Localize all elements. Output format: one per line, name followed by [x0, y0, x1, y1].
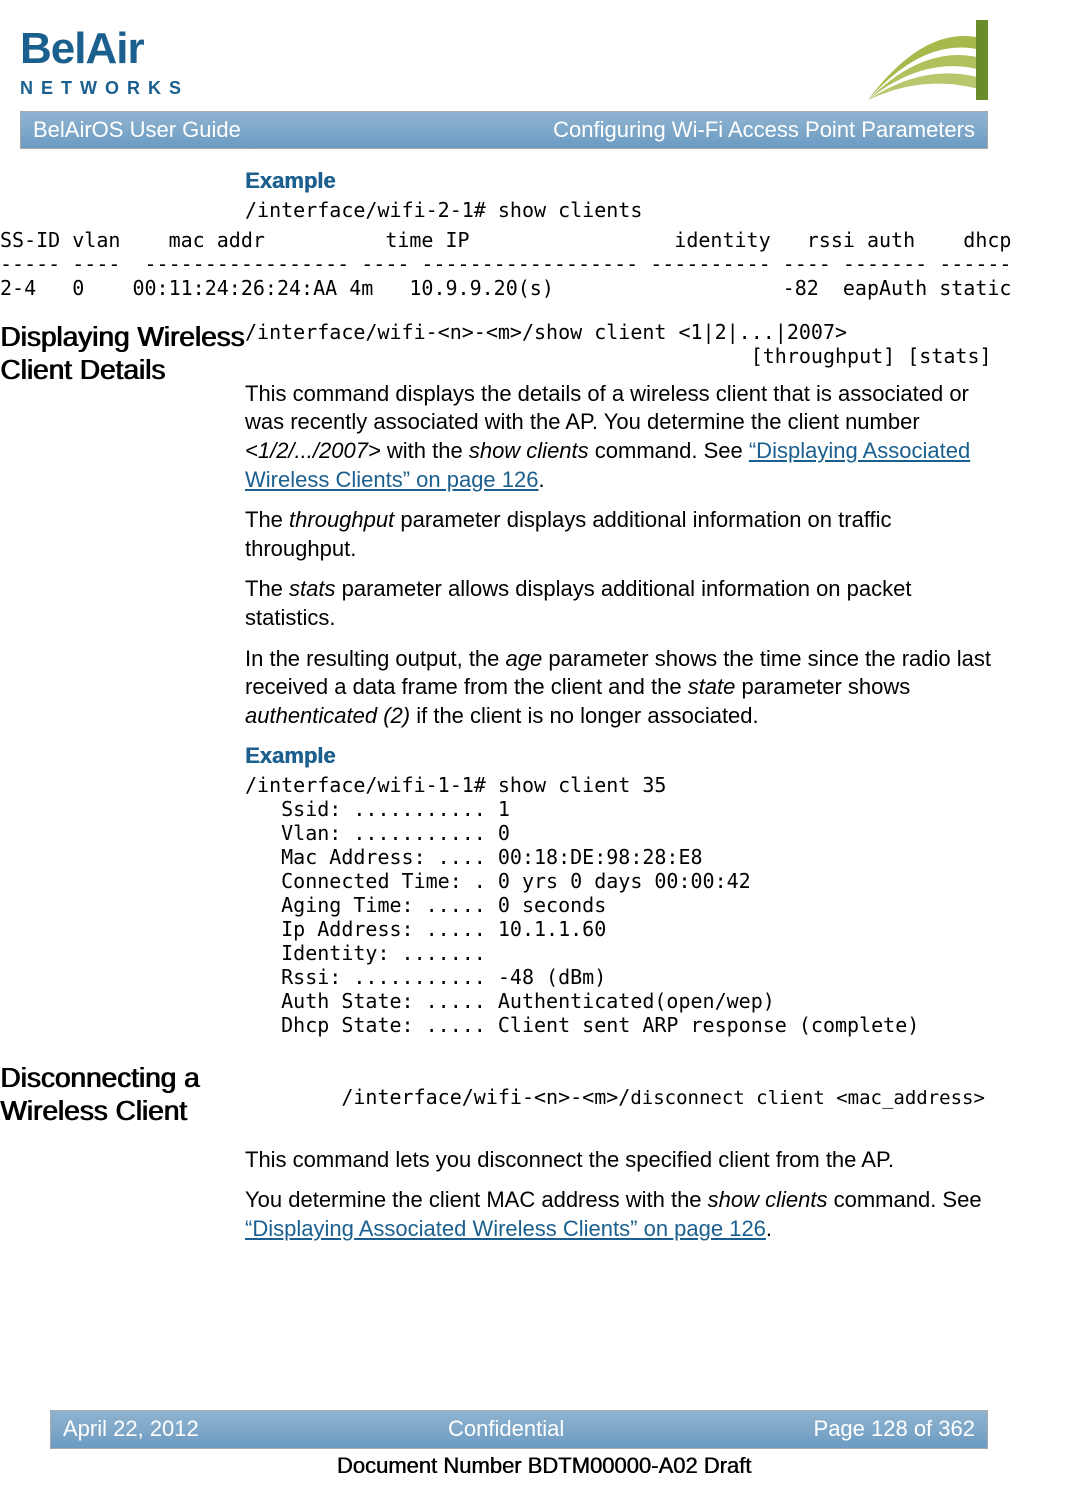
disconnect-syntax: /interface/wifi-<n>-<m>/disconnect clien… — [245, 1061, 988, 1134]
document-number: Document Number BDTM00000-A02 Draft — [0, 1452, 1088, 1481]
p3-term: stats — [289, 576, 335, 601]
section-display: Displaying Wireless Client Details /inte… — [0, 320, 988, 1055]
link-displaying-clients-2[interactable]: “Displaying Associated Wireless Clients”… — [245, 1216, 766, 1241]
swoosh-icon — [868, 20, 988, 100]
p3b: parameter allows displays additional inf… — [245, 576, 911, 630]
footer-date: April 22, 2012 — [63, 1415, 199, 1444]
disconnect-p2: You determine the client MAC address wit… — [245, 1186, 988, 1243]
header-row: BelAir NETWORKS — [0, 0, 1088, 111]
footer-page: Page 128 of 362 — [814, 1415, 975, 1444]
disc-syntax-pre: /interface/wifi-<n>-<m>/ — [341, 1085, 630, 1109]
footer-confidential: Confidential — [448, 1415, 564, 1444]
title-bar-right: Configuring Wi-Fi Access Point Parameter… — [553, 116, 975, 145]
example2-heading: Example — [245, 742, 992, 771]
p3a: The — [245, 576, 289, 601]
p2-term: throughput — [289, 507, 394, 532]
heading-display: Displaying Wireless Client Details — [0, 320, 245, 387]
logo-top-text: BelAir — [20, 20, 189, 77]
p1c: command. See — [589, 438, 749, 463]
example1-body: Example /interface/wifi-2-1# show client… — [245, 167, 988, 222]
logo-bottom-text: NETWORKS — [20, 77, 189, 100]
display-p1: This command displays the details of a w… — [245, 380, 992, 494]
p2a: The — [245, 507, 289, 532]
belair-logo: BelAir NETWORKS — [20, 20, 189, 101]
example1-table: SS-ID vlan mac addr time IP identity rss… — [0, 228, 988, 300]
p4-age: age — [506, 646, 543, 671]
p1d: . — [538, 467, 544, 492]
p1-cmd: show clients — [469, 438, 589, 463]
p1-range: <1/2/.../2007> — [245, 438, 381, 463]
body-disconnect: /interface/wifi-<n>-<m>/disconnect clien… — [245, 1061, 988, 1256]
display-syntax1b: [throughput] [stats] — [245, 344, 992, 368]
example2-block: /interface/wifi-1-1# show client 35 Ssid… — [245, 773, 992, 1037]
display-p4: In the resulting output, the age paramet… — [245, 645, 992, 731]
display-p3: The stats parameter allows displays addi… — [245, 575, 992, 632]
display-p2: The throughput parameter displays additi… — [245, 506, 992, 563]
p1a: This command displays the details of a w… — [245, 381, 969, 435]
dp2b: command. See — [828, 1187, 982, 1212]
body-display: /interface/wifi-<n>-<m>/show client <1|2… — [245, 320, 992, 1055]
example-heading: Example — [245, 167, 988, 196]
title-bar: BelAirOS User Guide Configuring Wi-Fi Ac… — [20, 111, 988, 150]
p4a: In the resulting output, the — [245, 646, 506, 671]
p4-state: state — [688, 674, 736, 699]
example1-section: Example /interface/wifi-2-1# show client… — [0, 167, 988, 222]
disconnect-p1: This command lets you disconnect the spe… — [245, 1146, 988, 1175]
footer-bar: April 22, 2012 Confidential Page 128 of … — [50, 1410, 988, 1449]
dp2c: . — [766, 1216, 772, 1241]
display-syntax1: /interface/wifi-<n>-<m>/show client <1|2… — [245, 320, 992, 344]
example1-cmd: /interface/wifi-2-1# show clients — [245, 198, 988, 222]
dp2a: You determine the client MAC address wit… — [245, 1187, 708, 1212]
p1b: with the — [381, 438, 469, 463]
p4c: parameter shows — [735, 674, 910, 699]
dp2-cmd: show clients — [708, 1187, 828, 1212]
section-disconnect: Disconnecting a Wireless Client /interfa… — [0, 1061, 988, 1256]
heading-disconnect: Disconnecting a Wireless Client — [0, 1061, 245, 1128]
p4-auth: authenticated (2) — [245, 703, 410, 728]
title-bar-left: BelAirOS User Guide — [33, 116, 241, 145]
content: Example /interface/wifi-2-1# show client… — [0, 159, 1088, 1255]
p4d: if the client is no longer associated. — [410, 703, 759, 728]
disc-syntax-cmd: disconnect client <mac_address> — [630, 1087, 985, 1109]
